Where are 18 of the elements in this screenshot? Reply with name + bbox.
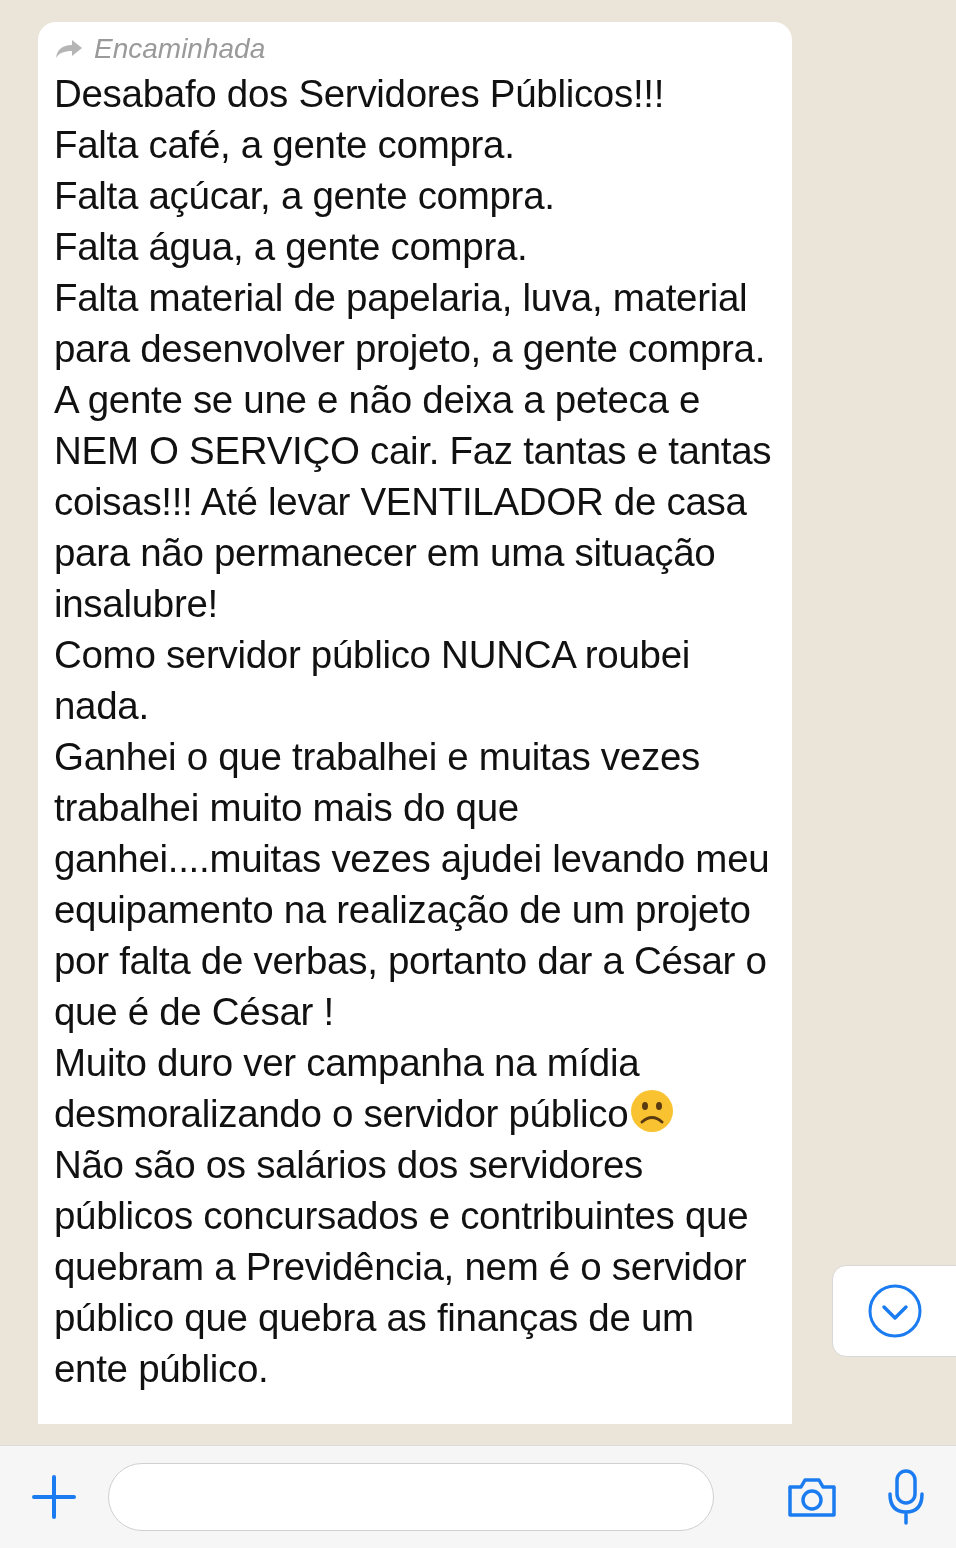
chevron-down-icon bbox=[867, 1283, 923, 1339]
message-text: Desabafo dos Servidores Públicos!!! bbox=[54, 72, 665, 115]
message-text: Ganhei o que trabalhei e muitas vezes trabalhei muito mais do que ganhei....muitas vezes ajudei levando meu equipamento na realização de um projeto por falta de verbas, portanto dar a César o que é de César ! bbox=[54, 735, 770, 1033]
forwarded-label: Encaminhada bbox=[94, 32, 266, 66]
frowning-face-icon bbox=[630, 1089, 675, 1133]
camera-icon[interactable] bbox=[786, 1475, 838, 1519]
message-text: Como servidor público NUNCA roubei nada. bbox=[54, 633, 690, 727]
message-text: Falta água, a gente compra. bbox=[54, 225, 528, 268]
microphone-icon[interactable] bbox=[886, 1468, 926, 1526]
message-text: Falta café, a gente compra. bbox=[54, 123, 515, 166]
message-text: Falta material de papelaria, luva, material para desenvolver projeto, a gente compra. bbox=[54, 276, 766, 370]
forward-arrow-icon bbox=[54, 38, 84, 60]
message-text: A gente se une e não deixa a peteca e NEM O SERVIÇO cair. Faz tantas e tantas coisas!!! Até levar VENTILADOR de casa para não permanecer em uma situação insalubre! bbox=[54, 378, 772, 625]
scroll-down-button[interactable] bbox=[832, 1265, 956, 1357]
message-text: Muito duro ver campanha na mídia desmoralizando o servidor público bbox=[54, 1041, 640, 1135]
message-text: Falta açúcar, a gente compra. bbox=[54, 174, 555, 217]
add-icon[interactable] bbox=[30, 1473, 78, 1521]
message-text: Não são os salários dos servidores públicos concursados e contribuintes que quebram a Previdência, nem é o servidor público que quebra as finanças de um ente público. bbox=[54, 1143, 749, 1390]
